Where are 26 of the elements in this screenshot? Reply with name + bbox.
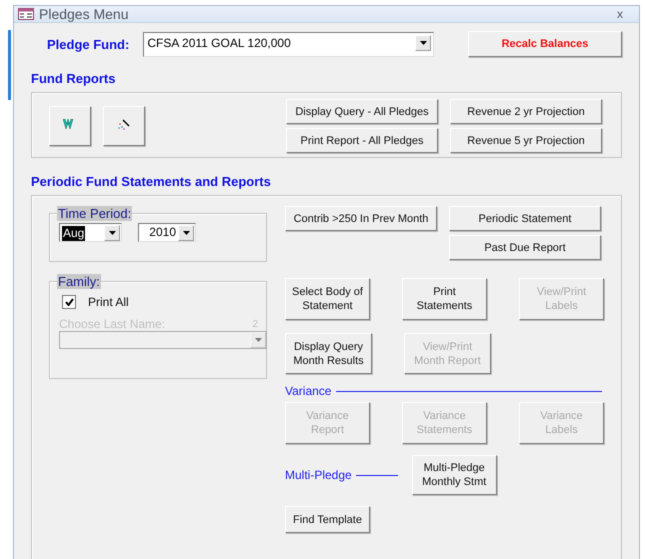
action-button[interactable]: Past Due Report — [449, 235, 601, 260]
close-button[interactable]: x — [617, 7, 631, 21]
action-button[interactable]: Periodic Statement — [449, 206, 601, 231]
window-title: Pledges Menu — [39, 6, 130, 22]
action-button[interactable]: Find Template — [285, 506, 370, 533]
report-button[interactable]: Print Report - All Pledges — [286, 128, 438, 153]
action-button[interactable]: Select Body of Statement — [285, 278, 370, 320]
report-button[interactable]: Display Query - All Pledges — [286, 99, 438, 124]
group-label: Time Period: — [57, 206, 132, 221]
group-label: Family: — [57, 274, 101, 289]
report-button[interactable]: Revenue 5 yr Projection — [450, 128, 602, 153]
report-button[interactable]: Revenue 2 yr Projection — [450, 99, 602, 124]
variance-label: Variance — [285, 384, 332, 398]
pledge-fund-dropdown[interactable]: CFSA 2011 GOAL 120,000 — [143, 32, 434, 56]
section-title: Fund Reports — [31, 71, 116, 86]
year-dropdown[interactable]: 2010 — [138, 223, 196, 242]
action-button[interactable]: Display Query Month Results — [285, 333, 372, 374]
month-dropdown[interactable]: Aug — [59, 223, 122, 242]
action-button[interactable]: Multi-Pledge Monthly Stmt — [412, 455, 497, 495]
recalc-balances-button[interactable]: Recalc Balances — [468, 31, 622, 57]
multi-pledge-label: Multi-Pledge — [285, 468, 352, 482]
checkbox-label: Print All — [88, 295, 129, 309]
action-button[interactable]: Print Statements — [402, 278, 487, 320]
section-title: Periodic Fund Statements and Reports — [31, 174, 271, 189]
action-button[interactable]: Contrib >250 In Prev Month — [285, 206, 437, 231]
pledge-fund-label: Pledge Fund: — [47, 36, 130, 52]
